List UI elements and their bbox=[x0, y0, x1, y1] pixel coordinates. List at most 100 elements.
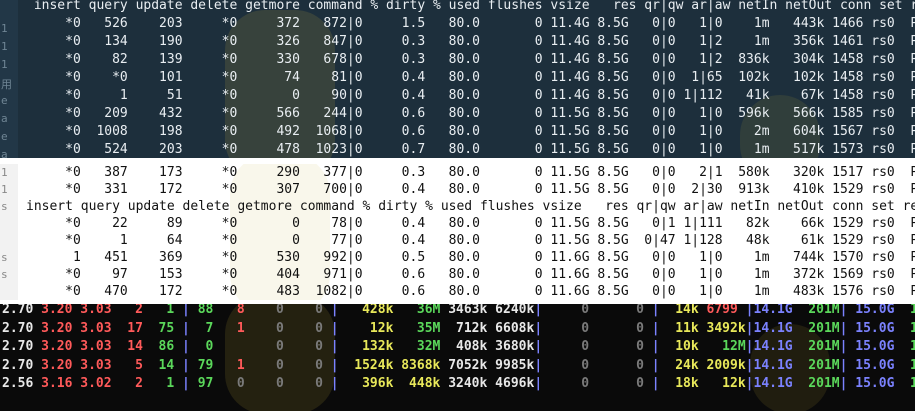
stat-row: 1 451 369 *0 530 992|0 0.5 80.0 0 11.6G … bbox=[26, 250, 915, 265]
column-separator: | bbox=[330, 357, 339, 373]
terminal-panel-middle: 11sss *0 387 173 *0 290 377|0 0.3 80.0 0… bbox=[0, 164, 915, 300]
gutter-char: 1 bbox=[1, 40, 8, 53]
header-row: insert query update delete getmore comma… bbox=[26, 199, 915, 214]
dstat-cell: 3.20 bbox=[41, 339, 81, 355]
stat-row: *0 *0 101 *0 74 81|0 0.4 80.0 0 11.4G 8.… bbox=[26, 70, 915, 85]
dstat-cell: 0 bbox=[542, 339, 597, 355]
dstat-cell: 17 bbox=[119, 320, 151, 336]
column-separator: | bbox=[182, 304, 190, 317]
gutter-char: s bbox=[1, 200, 8, 213]
dstat-cell: 14.1G bbox=[753, 339, 793, 355]
dstat-cell: 0 bbox=[542, 320, 597, 336]
dstat-cell: 10k bbox=[659, 339, 699, 355]
dstat-cell: 12k bbox=[338, 320, 394, 336]
column-separator: | bbox=[534, 320, 543, 336]
dstat-cell: 5 bbox=[119, 357, 151, 373]
dstat-cell: 1 bbox=[221, 357, 253, 373]
dstat-cell: 6608k bbox=[487, 320, 535, 336]
gutter-char: 1 bbox=[1, 183, 8, 196]
dstat-cell: 2009k bbox=[698, 357, 746, 373]
dstat-cell: 2.70 bbox=[2, 357, 42, 373]
dstat-cell: 0 bbox=[542, 376, 597, 392]
dstat-cell: 7 bbox=[189, 320, 222, 336]
column-separator: | bbox=[182, 339, 190, 355]
gutter-char: s bbox=[1, 251, 8, 264]
dstat-cell: 201M bbox=[792, 357, 840, 373]
dstat-cell: 14.1G bbox=[753, 357, 793, 373]
editor-gutter: 111用eaea bbox=[0, 0, 18, 158]
dstat-cell: 14 bbox=[150, 357, 183, 373]
column-separator: | bbox=[182, 376, 190, 392]
gutter-char: 1 bbox=[1, 22, 8, 35]
stat-row: *0 470 172 *0 483 1082|0 0.6 80.0 0 11.6… bbox=[26, 284, 915, 299]
dstat-cell: 132k bbox=[338, 339, 394, 355]
dstat-cell: 3.20 bbox=[41, 320, 81, 336]
dstat-cell: 408k bbox=[440, 339, 488, 355]
dstat-cell: 11k bbox=[659, 320, 699, 336]
column-separator: | bbox=[534, 357, 543, 373]
dstat-cell: 4696k bbox=[487, 376, 535, 392]
dstat-cell: 1 bbox=[150, 304, 183, 317]
stat-row: *0 1 51 *0 0 90|0 0.4 80.0 0 11.4G 8.5G … bbox=[26, 88, 915, 103]
dstat-cell: 1 bbox=[221, 320, 253, 336]
dstat-cell: 2.56 bbox=[2, 376, 42, 392]
dstat-cell: 0 bbox=[596, 304, 652, 317]
stat-row: *0 134 190 *0 326 847|0 0.3 80.0 0 11.4G… bbox=[26, 34, 915, 49]
dstat-cell: 712k bbox=[440, 320, 488, 336]
dstat-cell: 86 bbox=[150, 339, 183, 355]
dstat-cell: 0 bbox=[596, 339, 652, 355]
dstat-cell: 0 bbox=[596, 357, 652, 373]
dstat-cell: 3.03 bbox=[80, 357, 120, 373]
dstat-cell: 3.20 bbox=[41, 357, 81, 373]
gutter-char: 1 bbox=[1, 166, 8, 179]
dstat-cell: 0 bbox=[252, 320, 292, 336]
dstat-row: 2.70 3.20 3.03 14 86 | 0 0 0 | 132k 32M … bbox=[2, 338, 915, 357]
dstat-cell: 448k bbox=[393, 376, 441, 392]
gutter-char: a bbox=[1, 112, 8, 125]
dstat-cell: 36M bbox=[393, 304, 441, 317]
column-separator: | bbox=[330, 304, 339, 317]
dstat-cell: 3.03 bbox=[80, 320, 120, 336]
dstat-row: 2.70 3.20 3.03 17 75 | 7 1 0 0 | 12k 35M… bbox=[2, 320, 915, 339]
dstat-cell: 147M bbox=[910, 376, 915, 392]
dstat-cell: 0 bbox=[252, 357, 292, 373]
column-separator: | bbox=[182, 357, 190, 373]
dstat-cell: 15.0G bbox=[847, 357, 895, 373]
dstat-cell: 9985k bbox=[487, 357, 535, 373]
dstat-cell: 14.1G bbox=[753, 376, 793, 392]
dstat-cell: 145M bbox=[910, 304, 915, 317]
dstat-row: 2.70 3.20 3.03 2 1 | 88 8 0 0 | 428k 36M… bbox=[2, 304, 915, 320]
dstat-cell: 97 bbox=[189, 376, 222, 392]
dstat-cell: 201M bbox=[792, 339, 840, 355]
stat-row: *0 524 203 *0 478 1023|0 0.7 80.0 0 11.5… bbox=[26, 142, 915, 157]
dstat-cell bbox=[221, 339, 252, 354]
dstat-cell: 158M bbox=[910, 320, 915, 336]
dstat-cell: 15.0G bbox=[847, 376, 895, 392]
gutter-char: 用 bbox=[1, 78, 12, 91]
dstat-cell: 157M bbox=[910, 339, 915, 355]
header-row: insert query update delete getmore comma… bbox=[33, 0, 915, 13]
dstat-cell: 0 bbox=[291, 320, 331, 336]
dstat-cell: 88 bbox=[189, 304, 222, 317]
stat-row: *0 209 432 *0 566 244|0 0.6 80.0 0 11.5G… bbox=[26, 106, 915, 121]
terminal-panel-top: 111用eaea insert query update delete getm… bbox=[0, 0, 915, 158]
gutter-char: e bbox=[1, 130, 8, 143]
dstat-cell: 201M bbox=[792, 304, 840, 317]
dstat-cell: 6799 bbox=[698, 304, 746, 317]
dstat-cell: 8368k bbox=[393, 357, 441, 373]
column-separator: | bbox=[745, 357, 754, 373]
dstat-cell: 201M bbox=[792, 376, 840, 392]
dstat-cell: 3.20 bbox=[41, 304, 81, 317]
column-separator: | bbox=[182, 320, 190, 336]
column-separator: | bbox=[330, 320, 339, 336]
dstat-cell: 0 bbox=[291, 357, 331, 373]
dstat-cell: 0 bbox=[596, 376, 652, 392]
dstat-cell: 428k bbox=[338, 304, 394, 317]
stat-row: *0 331 172 *0 307 700|0 0.4 80.0 0 11.5G… bbox=[26, 182, 915, 197]
dstat-cell: 12M bbox=[698, 339, 746, 355]
gutter-char: a bbox=[1, 148, 8, 158]
dstat-cell: 3680k bbox=[487, 339, 535, 355]
gutter-char: 1 bbox=[1, 58, 8, 71]
dstat-cell: 15.0G bbox=[847, 304, 895, 317]
mongostat-output: *0 387 173 *0 290 377|0 0.3 80.0 0 11.5G… bbox=[26, 164, 915, 300]
